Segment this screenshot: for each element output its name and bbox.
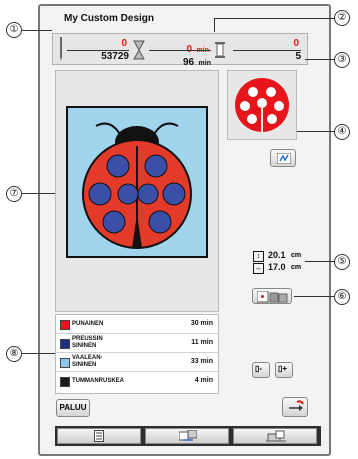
time-total: 96 [182, 57, 195, 68]
horizontal-arrows-icon: ↔ [253, 263, 264, 274]
callout-6: ⑥ [334, 289, 350, 305]
stitch-total: 53729 [101, 51, 129, 62]
thread-name: PREUSSIN SININEN [72, 336, 103, 349]
spool-minus-icon: ▯- [255, 364, 263, 373]
color-current: 0 [293, 38, 299, 49]
sewing-machine-icon [266, 430, 286, 442]
callout-2-line [214, 18, 334, 19]
thread-spool-icon [215, 42, 225, 58]
transfer-icon [179, 430, 197, 441]
callout-5-line [305, 261, 334, 262]
width-unit: cm [291, 264, 302, 271]
tab-page[interactable] [57, 428, 141, 444]
design-thumbnail [227, 70, 297, 140]
previous-color-button[interactable]: ▯- [252, 362, 270, 378]
thread-time: 33 min [190, 358, 213, 365]
color-change-button[interactable] [270, 149, 296, 167]
thread-swatch [60, 339, 70, 349]
thread-name: PUNAINEN [72, 321, 104, 327]
callout-7: ⑦ [6, 186, 22, 202]
callout-4-line [297, 131, 334, 132]
thread-time: 30 min [190, 320, 213, 327]
height-unit: cm [291, 252, 302, 259]
design-title: My Custom Design [64, 13, 155, 24]
back-button[interactable]: PALUU [56, 399, 90, 417]
document-icon [94, 430, 104, 442]
callout-7-line [22, 193, 55, 194]
thumbnail-ladybug [235, 78, 289, 134]
callout-1: ① [6, 22, 22, 38]
usb-save-button[interactable] [282, 397, 308, 417]
stitch-current: 0 [121, 38, 127, 49]
callout-8-line [22, 353, 55, 354]
height-value: 20.1 [268, 250, 286, 260]
needle-icon [60, 37, 62, 61]
counter-bar: 0 53729 0 min 96 min 0 5 [52, 33, 308, 68]
spool-plus-icon: ▯+ [278, 364, 288, 373]
design-preview[interactable] [55, 70, 219, 312]
thread-row[interactable]: PREUSSIN SININEN 11 min [56, 334, 218, 353]
width-value: 17.0 [268, 262, 286, 272]
next-color-button[interactable]: ▯+ [275, 362, 293, 378]
hourglass-icon [133, 40, 145, 60]
callout-2: ② [334, 10, 350, 26]
bottom-tab-bar [55, 426, 321, 446]
ladybug-design [66, 106, 208, 258]
usb-save-icon [289, 400, 304, 411]
thread-color-list: PUNAINEN 30 min PREUSSIN SININEN 11 min … [55, 314, 219, 394]
thread-row[interactable]: VAALEAN- SININEN 33 min [56, 353, 218, 372]
thread-name: VAALEAN- SININEN [72, 355, 103, 368]
color-palette-icon [277, 153, 291, 164]
hoop-size-button[interactable] [252, 288, 292, 304]
thread-swatch [60, 320, 70, 330]
thread-time: 11 min [191, 339, 213, 346]
color-total: 5 [295, 51, 301, 62]
callout-5: ⑤ [334, 254, 350, 270]
callout-6-line [294, 296, 334, 297]
callout-3-line [305, 59, 334, 60]
thread-row[interactable]: PUNAINEN 30 min [56, 315, 218, 334]
time-total-unit: min [198, 60, 211, 67]
tab-transfer[interactable] [145, 428, 229, 444]
thread-swatch [60, 377, 70, 387]
callout-8: ⑧ [6, 346, 22, 362]
thread-row[interactable]: TUMMANRUSKEA 4 min [56, 372, 218, 391]
embroidery-frame-icon [257, 291, 288, 303]
vertical-arrows-icon: ↕ [253, 251, 264, 262]
thread-time: 4 min [194, 377, 213, 384]
callout-2-leader [214, 18, 215, 32]
time-total-group: 96 min [149, 52, 211, 70]
thread-name: TUMMANRUSKEA [72, 378, 124, 384]
callout-3: ③ [334, 52, 350, 68]
thread-swatch [60, 358, 70, 368]
callout-4: ④ [334, 124, 350, 140]
tab-machine[interactable] [233, 428, 317, 444]
callout-1-line [22, 30, 52, 31]
